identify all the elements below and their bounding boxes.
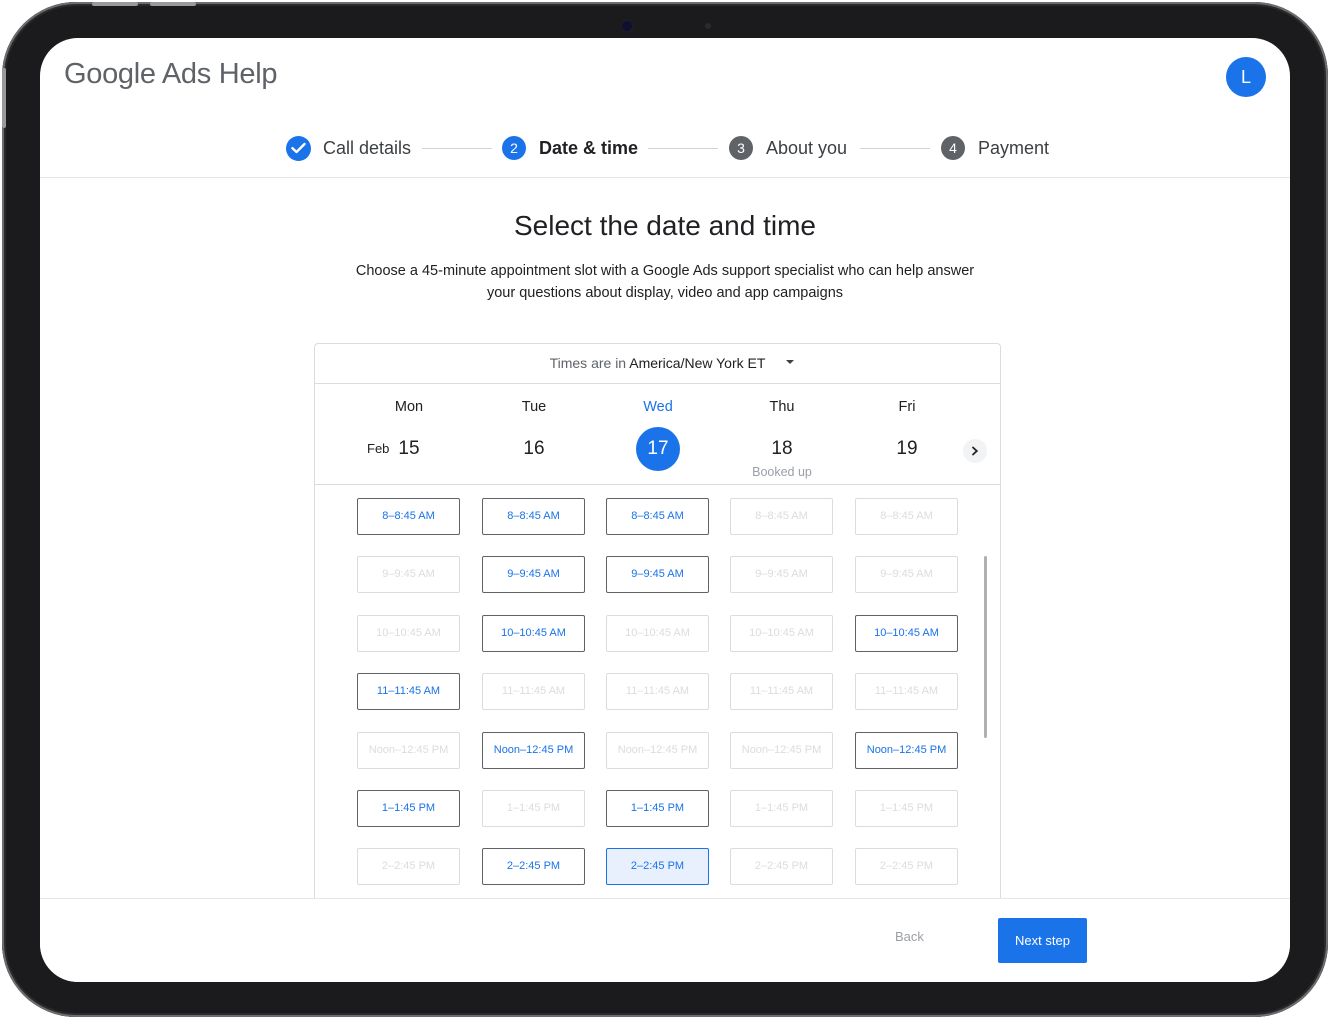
time-slot-tue[interactable]: 9–9:45 AM bbox=[482, 556, 585, 593]
time-slot-tue[interactable]: 10–10:45 AM bbox=[482, 615, 585, 652]
day-name: Tue bbox=[521, 399, 547, 415]
caret-down-icon bbox=[786, 360, 794, 364]
day-date: 15 bbox=[398, 438, 420, 459]
time-slot-wed: 10–10:45 AM bbox=[606, 615, 709, 652]
device-button bbox=[2, 68, 6, 128]
step-connector bbox=[860, 148, 930, 149]
page-description: Choose a 45-minute appointment slot with… bbox=[310, 260, 1020, 304]
time-slot-wed: Noon–12:45 PM bbox=[606, 732, 709, 769]
month-label: Feb bbox=[367, 441, 390, 456]
google-ads-help-logo[interactable]: Google Ads Help bbox=[64, 58, 277, 91]
step-label: Payment bbox=[978, 137, 1050, 158]
time-slot-wed[interactable]: 2–2:45 PM bbox=[606, 848, 709, 885]
time-slot-fri: 1–1:45 PM bbox=[855, 790, 958, 827]
time-slot-mon: 10–10:45 AM bbox=[357, 615, 460, 652]
step-call-details[interactable]: Call details bbox=[286, 134, 411, 162]
timezone-select[interactable]: Times are in America/New York ET bbox=[315, 344, 1000, 384]
day-fri[interactable]: Fri 19 bbox=[855, 385, 959, 485]
step-payment[interactable]: 4 Payment bbox=[941, 134, 1049, 162]
day-name: Mon bbox=[394, 399, 424, 415]
camera bbox=[622, 21, 632, 31]
tablet-frame: Google Ads Help L Call details 2 Date & … bbox=[2, 2, 1328, 1017]
back-button[interactable]: Back bbox=[895, 929, 924, 944]
day-mon[interactable]: Mon 15 Feb bbox=[357, 385, 461, 485]
time-slot-fri[interactable]: 10–10:45 AM bbox=[855, 615, 958, 652]
scrollbar[interactable] bbox=[984, 556, 987, 738]
step-number: 2 bbox=[502, 136, 526, 160]
next-step-button[interactable]: Next step bbox=[998, 918, 1087, 963]
next-week-button[interactable] bbox=[963, 439, 987, 463]
step-number: 4 bbox=[941, 136, 965, 160]
sensor bbox=[705, 23, 711, 29]
header: Google Ads Help L Call details 2 Date & … bbox=[40, 38, 1290, 178]
timezone-prefix: Times are in bbox=[549, 355, 627, 371]
time-slot-mon[interactable]: 8–8:45 AM bbox=[357, 498, 460, 535]
screen: Google Ads Help L Call details 2 Date & … bbox=[40, 38, 1290, 982]
day-name: Fri bbox=[898, 399, 916, 415]
time-slot-thu: 8–8:45 AM bbox=[730, 498, 833, 535]
time-slot-tue[interactable]: 2–2:45 PM bbox=[482, 848, 585, 885]
logo-product: Ads Help bbox=[161, 58, 278, 90]
day-name: Thu bbox=[769, 399, 795, 415]
time-slot-tue[interactable]: Noon–12:45 PM bbox=[482, 732, 585, 769]
day-date: 17 bbox=[636, 427, 680, 471]
day-date: 16 bbox=[523, 438, 545, 459]
step-connector bbox=[648, 148, 718, 149]
time-slot-mon: 2–2:45 PM bbox=[357, 848, 460, 885]
step-label: About you bbox=[766, 137, 848, 158]
footer: Back Next step bbox=[40, 898, 1290, 982]
time-slot-fri: 11–11:45 AM bbox=[855, 673, 958, 710]
time-slot-wed[interactable]: 1–1:45 PM bbox=[606, 790, 709, 827]
description-line: your questions about display, video and … bbox=[486, 285, 844, 301]
day-note: Booked up bbox=[752, 465, 812, 479]
time-slot-fri[interactable]: Noon–12:45 PM bbox=[855, 732, 958, 769]
step-about-you[interactable]: 3 About you bbox=[729, 134, 847, 162]
page-title: Select the date and time bbox=[514, 210, 816, 241]
day-date: 19 bbox=[896, 438, 918, 459]
time-slot-thu: 2–2:45 PM bbox=[730, 848, 833, 885]
time-slot-wed: 11–11:45 AM bbox=[606, 673, 709, 710]
day-picker: Fri 19 Thu 18 Booked up Wed 17 Tue 16 Mon 15 Feb bbox=[315, 385, 1000, 485]
time-slot-mon: Noon–12:45 PM bbox=[357, 732, 460, 769]
step-number: 3 bbox=[729, 136, 753, 160]
time-slot-fri: 8–8:45 AM bbox=[855, 498, 958, 535]
day-tue[interactable]: Tue 16 bbox=[482, 385, 586, 485]
logo-google: Google bbox=[64, 58, 156, 90]
time-slot-mon: 9–9:45 AM bbox=[357, 556, 460, 593]
day-name: Wed bbox=[643, 399, 673, 415]
time-slot-mon[interactable]: 11–11:45 AM bbox=[357, 673, 460, 710]
step-date-time[interactable]: 2 Date & time bbox=[502, 134, 638, 162]
time-slot-thu: 11–11:45 AM bbox=[730, 673, 833, 710]
device-button bbox=[92, 2, 138, 6]
account-avatar[interactable]: L bbox=[1226, 57, 1266, 97]
time-slot-thu: 9–9:45 AM bbox=[730, 556, 833, 593]
time-slot-thu: 1–1:45 PM bbox=[730, 790, 833, 827]
time-slot-tue[interactable]: 8–8:45 AM bbox=[482, 498, 585, 535]
time-slot-wed[interactable]: 8–8:45 AM bbox=[606, 498, 709, 535]
day-thu: Thu 18 Booked up bbox=[730, 385, 834, 485]
time-slot-fri: 9–9:45 AM bbox=[855, 556, 958, 593]
timezone-value: America/New York ET bbox=[629, 355, 766, 371]
device-button bbox=[150, 2, 196, 6]
time-slot-wed[interactable]: 9–9:45 AM bbox=[606, 556, 709, 593]
step-label: Call details bbox=[323, 137, 412, 158]
time-slot-tue: 1–1:45 PM bbox=[482, 790, 585, 827]
day-wed[interactable]: Wed 17 bbox=[606, 385, 710, 485]
step-label: Date & time bbox=[539, 137, 639, 158]
time-slot-tue: 11–11:45 AM bbox=[482, 673, 585, 710]
time-slot-mon[interactable]: 1–1:45 PM bbox=[357, 790, 460, 827]
time-slot-thu: Noon–12:45 PM bbox=[730, 732, 833, 769]
step-connector bbox=[422, 148, 492, 149]
chevron-right-icon bbox=[972, 446, 979, 456]
description-line: Choose a 45-minute appointment slot with… bbox=[355, 263, 975, 279]
time-slot-fri: 2–2:45 PM bbox=[855, 848, 958, 885]
time-slot-thu: 10–10:45 AM bbox=[730, 615, 833, 652]
check-icon bbox=[286, 135, 311, 161]
